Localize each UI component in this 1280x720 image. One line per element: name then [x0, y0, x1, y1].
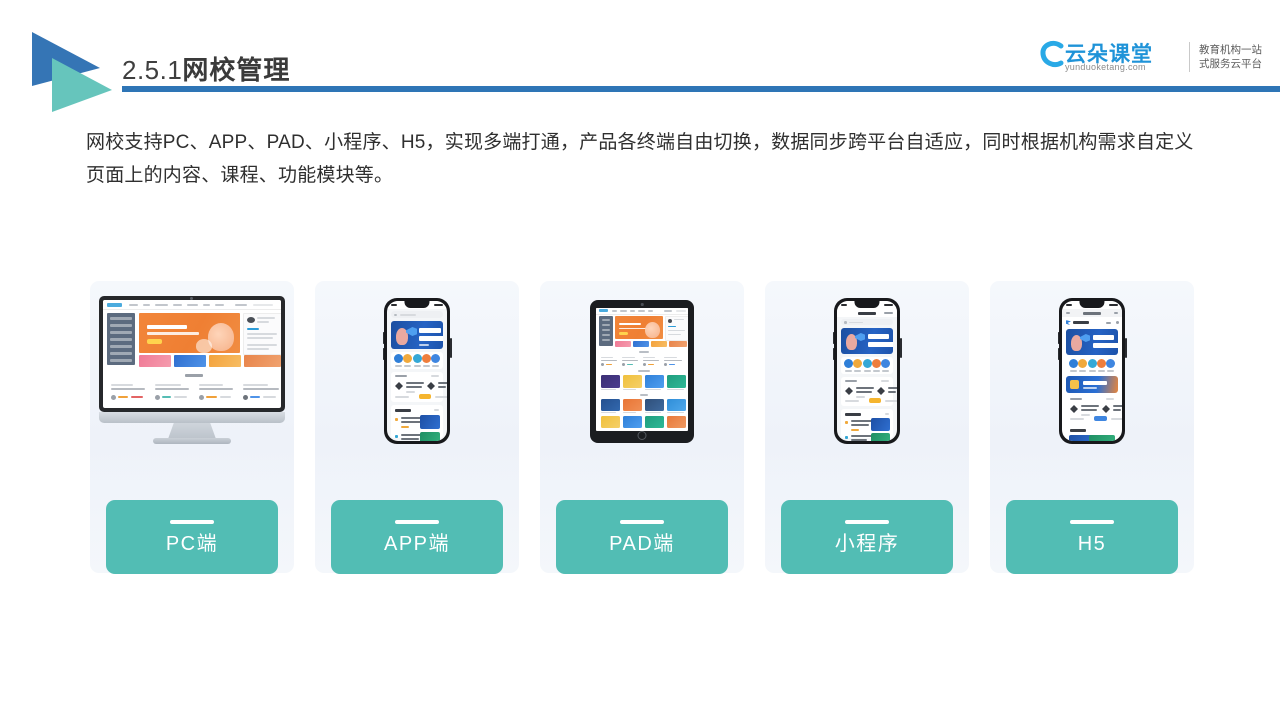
- desktop-monitor-icon: [99, 296, 285, 446]
- device-label-text: APP端: [383, 532, 451, 555]
- play-triangle-logo-icon: [32, 32, 112, 112]
- device-illustration-tablet: [540, 281, 744, 461]
- brand-divider: [1189, 42, 1190, 72]
- device-card-label-h5[interactable]: H5: [1006, 500, 1178, 574]
- slide-header: 2.5.1网校管理 云朵课堂 yunduoketang.com 教育机构一站 式…: [0, 0, 1280, 112]
- smartphone-miniprogram-icon: [832, 298, 902, 444]
- device-card-row: PC端 APP端 PAD端 小程序 H5: [90, 281, 1194, 574]
- device-card-h5[interactable]: H5: [990, 281, 1194, 574]
- brand-tagline-line2: 式服务云平台: [1199, 58, 1262, 70]
- device-illustration-miniprogram: [765, 281, 969, 461]
- device-card-label-app[interactable]: APP端: [331, 500, 503, 574]
- device-card-label-miniprogram[interactable]: 小程序: [781, 500, 953, 574]
- label-dash: [1070, 519, 1114, 524]
- brand-cloud-wordmark: 云朵课堂 yunduoketang.com: [1039, 35, 1185, 79]
- brand-tagline-line1: 教育机构一站: [1199, 44, 1262, 56]
- brand-tagline: 教育机构一站 式服务云平台: [1199, 43, 1262, 71]
- label-dash: [845, 519, 889, 524]
- page-title: 2.5.1网校管理: [122, 50, 290, 87]
- device-illustration-desktop: [90, 281, 294, 461]
- device-card-label-pad[interactable]: PAD端: [556, 500, 728, 574]
- brand-url: yunduoketang.com: [1065, 62, 1146, 72]
- device-illustration-h5: [990, 281, 1194, 461]
- device-card-label-pc[interactable]: PC端: [106, 500, 278, 574]
- device-label-text: H5: [1077, 532, 1107, 555]
- smartphone-h5-icon: [1057, 298, 1127, 444]
- page-title-number: 2.5.1: [122, 55, 183, 85]
- device-label-text: PC端: [165, 532, 219, 555]
- label-dash: [170, 519, 214, 524]
- brand-logo: 云朵课堂 yunduoketang.com 教育机构一站 式服务云平台: [1039, 34, 1262, 80]
- device-card-pad[interactable]: PAD端: [540, 281, 744, 574]
- label-dash: [395, 519, 439, 524]
- tablet-icon: [590, 299, 694, 443]
- device-label-text: 小程序: [834, 532, 900, 555]
- device-card-app[interactable]: APP端: [315, 281, 519, 574]
- page-title-text: 网校管理: [182, 55, 291, 85]
- label-dash: [620, 519, 664, 524]
- device-card-pc[interactable]: PC端: [90, 281, 294, 574]
- title-underline-bar: [122, 86, 1280, 92]
- device-label-text: PAD端: [609, 532, 675, 555]
- device-card-miniprogram[interactable]: 小程序: [765, 281, 969, 574]
- smartphone-icon: [382, 298, 452, 444]
- device-illustration-app: [315, 281, 519, 461]
- body-paragraph: 网校支持PC、APP、PAD、小程序、H5，实现多端打通，产品各终端自由切换，数…: [86, 132, 1194, 186]
